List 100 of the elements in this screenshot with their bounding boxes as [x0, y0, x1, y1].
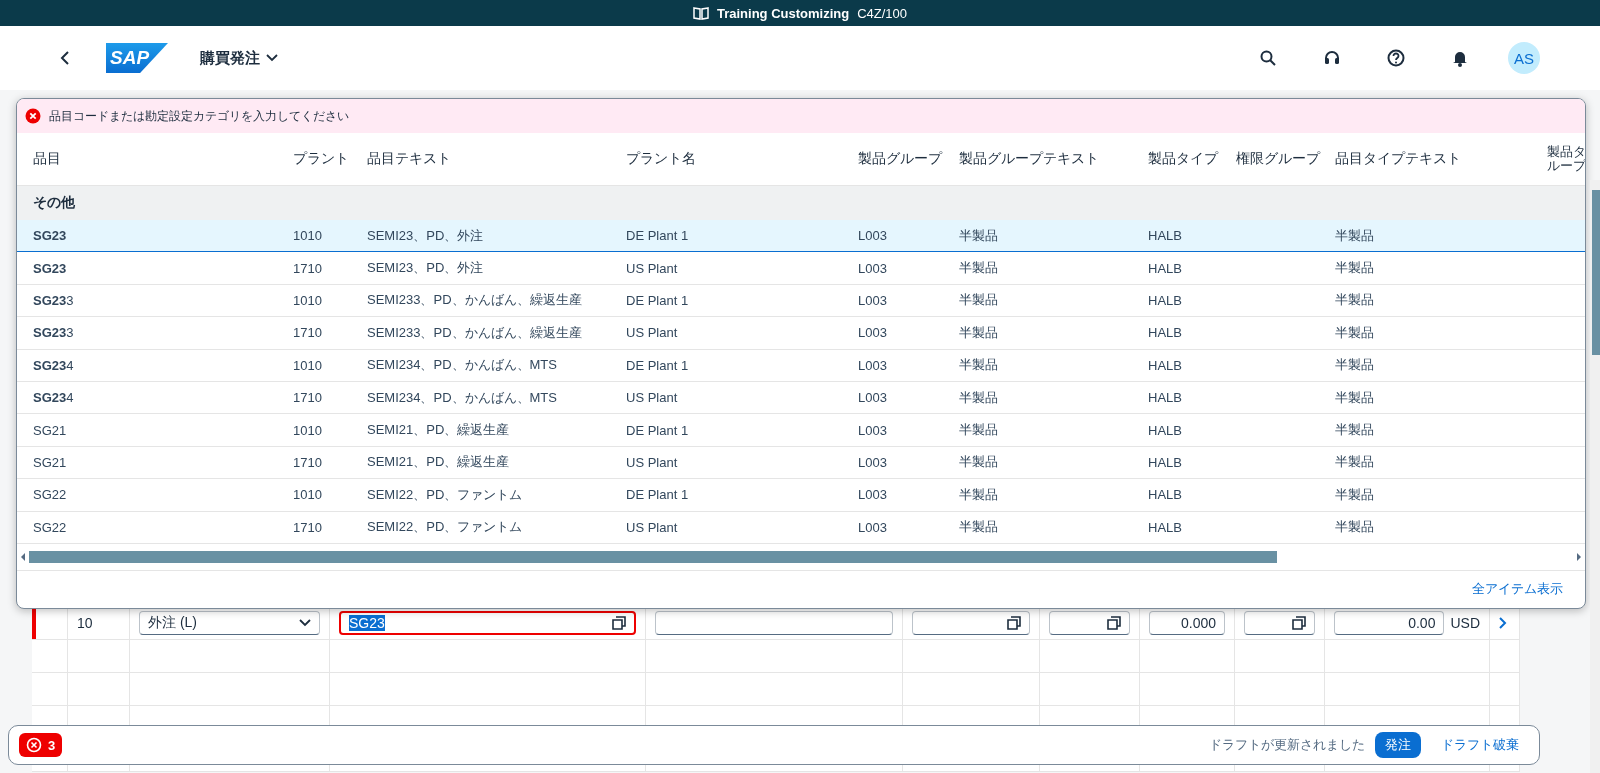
- table-cell-text: HALB: [1148, 325, 1183, 341]
- caret-icon: [299, 619, 311, 627]
- price-field[interactable]: 0.00: [1334, 611, 1445, 635]
- table-cell-text: DE Plant 1: [626, 357, 690, 373]
- table-cell-text: L003: [858, 454, 888, 470]
- suggestion-row[interactable]: SG23 1710 SEMI23、PD、外注 US Plant L003 半製品 HALB 半製品: [17, 252, 1585, 285]
- table-cell-text: L003: [858, 325, 888, 341]
- value-help-icon[interactable]: [1007, 616, 1021, 630]
- vertical-scrollbar[interactable]: [1590, 180, 1600, 773]
- input-field[interactable]: [1244, 611, 1315, 635]
- column-header: 品目: [33, 150, 62, 168]
- table-cell-text: L003: [858, 260, 888, 276]
- table-cell-text: SEMI22、PD、ファントム: [367, 485, 524, 504]
- table-cell-text: SG234: [33, 357, 75, 373]
- table-cell-text: L003: [858, 487, 888, 503]
- table-cell-text: SEMI233、PD、かんばん、繰返生産: [367, 291, 583, 310]
- table-cell-text: HALB: [1148, 519, 1183, 535]
- table-cell-text: SG23: [33, 260, 68, 276]
- error-count-badge[interactable]: 3: [19, 733, 63, 757]
- table-cell-text: 半製品: [1335, 453, 1375, 472]
- table-cell-text: 1710: [293, 260, 323, 276]
- table-cell-text: 半製品: [959, 388, 999, 407]
- table-cell-text: 半製品: [1335, 388, 1375, 407]
- column-header: プラント名: [626, 150, 697, 168]
- quantity-field[interactable]: 0.000: [1149, 611, 1225, 635]
- table-cell-text: 半製品: [1335, 323, 1375, 342]
- discard-button[interactable]: ドラフト破棄: [1431, 732, 1529, 758]
- error-icon: [25, 108, 41, 124]
- table-cell-text: SEMI234、PD、かんばん、MTS: [367, 388, 558, 407]
- show-all-link[interactable]: 全アイテム表示: [1466, 579, 1569, 600]
- table-cell-text: 1710: [293, 454, 323, 470]
- suggestion-row[interactable]: SG234 1710 SEMI234、PD、かんばん、MTS US Plant L003 半製品 HALB 半製品: [17, 381, 1585, 415]
- table-cell-text: SEMI21、PD、繰返生産: [367, 453, 511, 472]
- suggestion-row[interactable]: SG22 1010 SEMI22、PD、ファントム DE Plant 1 L003 半製品 HALB 半製品: [17, 479, 1585, 512]
- column-header: 権限グループ: [1236, 150, 1322, 168]
- input-field[interactable]: [912, 611, 1030, 635]
- table-cell-text: DE Plant 1: [626, 292, 690, 308]
- suggestion-row[interactable]: SG234 1010 SEMI234、PD、かんばん、MTS DE Plant 1 L003 半製品 HALB 半製品: [17, 349, 1585, 382]
- table-cell-text: DE Plant 1: [626, 487, 690, 503]
- suggestion-row[interactable]: SG22 1710 SEMI22、PD、ファントム US Plant L003 半製品 HALB 半製品: [17, 511, 1585, 544]
- suggestion-row[interactable]: SG233 1010 SEMI233、PD、かんばん、繰返生産 DE Plant 1 L003 半製品 HALB 半製品: [17, 284, 1585, 318]
- company-logo[interactable]: SAP: [106, 43, 168, 73]
- table-cell-text: US Plant: [626, 390, 679, 406]
- table-cell-text: 半製品: [959, 421, 999, 440]
- value-help-icon[interactable]: [612, 616, 626, 630]
- table-cell-text: SEMI233、PD、かんばん、繰返生産: [367, 323, 583, 342]
- table-cell-text: SEMI23、PD、外注: [367, 226, 485, 245]
- table-cell-text: SEMI22、PD、ファントム: [367, 518, 524, 537]
- table-cell-text: DE Plant 1: [626, 228, 690, 244]
- column-header: 製品グループ: [858, 150, 944, 168]
- table-cell-text: SG233: [33, 325, 75, 341]
- table-cell-text: SG22: [33, 487, 68, 503]
- currency: USD: [1450, 615, 1480, 631]
- table-cell-text: 半製品: [959, 291, 999, 310]
- table-cell-text: US Plant: [626, 260, 679, 276]
- table-cell-text: 半製品: [1335, 291, 1375, 310]
- column-header: 品目テキスト: [367, 150, 452, 168]
- item-number: 10: [77, 615, 93, 631]
- suggestion-row[interactable]: SG233 1710 SEMI233、PD、かんばん、繰返生産 US Plant L003 半製品 HALB 半製品: [17, 317, 1585, 350]
- app-title-menu[interactable]: 購買発注: [194, 47, 284, 69]
- table-cell-text: 半製品: [959, 226, 999, 245]
- value-help-icon[interactable]: [1292, 616, 1306, 630]
- table-cell-text: US Plant: [626, 519, 679, 535]
- user-avatar[interactable]: AS: [1508, 42, 1540, 74]
- table-cell-text: HALB: [1148, 390, 1183, 406]
- chevron-icon[interactable]: [1499, 617, 1507, 629]
- table-cell-text: L003: [858, 390, 888, 406]
- table-cell-text: 1010: [293, 228, 323, 244]
- table-cell-text: 1710: [293, 390, 323, 406]
- table-cell-text: 1010: [293, 357, 323, 373]
- input-field[interactable]: [1049, 611, 1130, 635]
- suggestion-row[interactable]: SG21 1710 SEMI21、PD、繰返生産 US Plant L003 半製品 HALB 半製品: [17, 446, 1585, 480]
- column-header: プラント: [293, 150, 350, 168]
- table-cell-text: HALB: [1148, 487, 1183, 503]
- table-cell-text: 半製品: [1335, 421, 1375, 440]
- suggestion-row[interactable]: SG21 1010 SEMI21、PD、繰返生産 DE Plant 1 L003 半製品 HALB 半製品: [17, 414, 1585, 447]
- table-cell-text: SEMI234、PD、かんばん、MTS: [367, 356, 558, 375]
- table-cell-text: US Plant: [626, 325, 679, 341]
- category-dropdown[interactable]: 外注 (L): [139, 611, 320, 635]
- table-cell-text: SG234: [33, 390, 75, 406]
- table-cell-text: 半製品: [1335, 259, 1375, 278]
- material-field[interactable]: SG23: [339, 611, 636, 635]
- table-cell-text: 半製品: [1335, 226, 1375, 245]
- table-cell-text: 半製品: [959, 259, 999, 278]
- back-icon[interactable]: [60, 51, 70, 65]
- table-cell-text: L003: [858, 519, 888, 535]
- caret-icon: [266, 54, 278, 62]
- table-cell-text: 1010: [293, 487, 323, 503]
- value-help-icon[interactable]: [1107, 616, 1121, 630]
- suggestion-row[interactable]: SG23 1010 SEMI23、PD、外注 DE Plant 1 L003 半製品 HALB 半製品: [17, 220, 1585, 253]
- table-cell-text: 半製品: [1335, 485, 1375, 504]
- draft-status: ドラフトが更新されました: [1209, 736, 1365, 754]
- system-id: C4Z/100: [857, 5, 907, 21]
- group-header: その他: [17, 186, 1585, 220]
- table-cell-text: L003: [858, 357, 888, 373]
- text-field[interactable]: [655, 611, 893, 635]
- system-title: Training Customizing: [716, 5, 850, 21]
- table-cell-text: SG23: [33, 228, 68, 244]
- order-button[interactable]: 発注: [1375, 732, 1421, 758]
- table-cell-text: SEMI21、PD、繰返生産: [367, 421, 511, 440]
